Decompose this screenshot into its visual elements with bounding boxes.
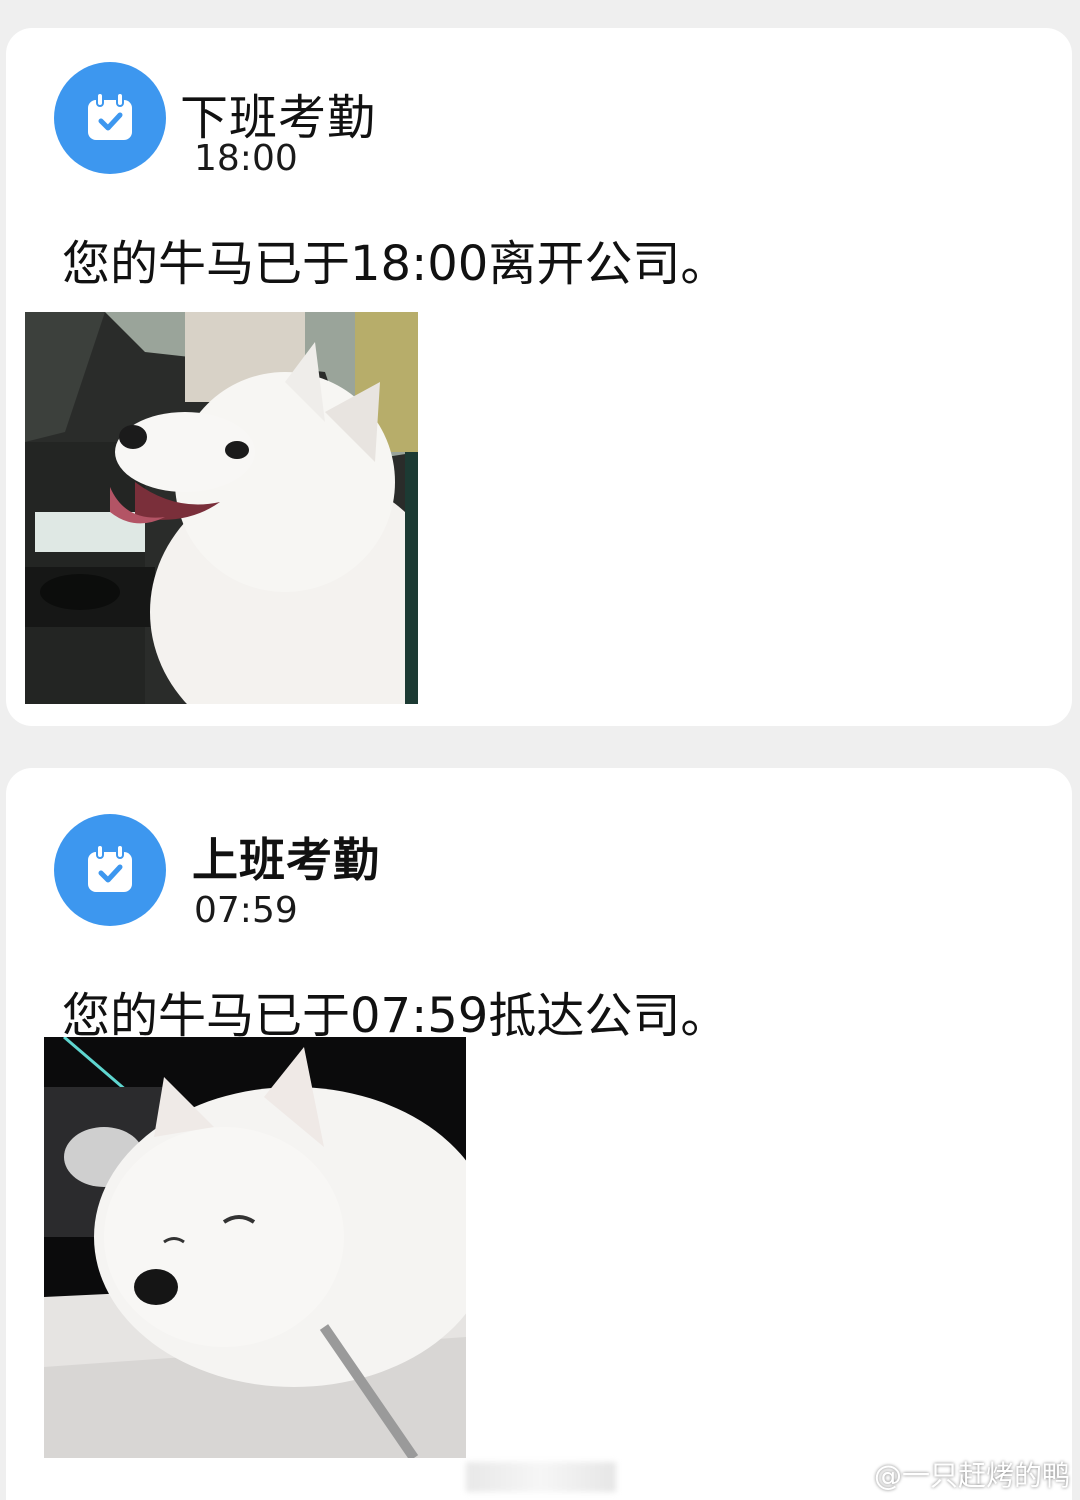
- dog-sleeping-in-car-photo[interactable]: [44, 1037, 466, 1458]
- dog-smiling-in-car-photo[interactable]: [25, 312, 418, 704]
- notification-time: 07:59: [194, 890, 298, 931]
- watermark-text: @一只赶烤的鸭: [873, 1459, 1070, 1492]
- calendar-check-icon: [54, 62, 166, 174]
- notification-card-checkin[interactable]: 上班考勤 07:59 您的牛马已于07:59抵达公司。: [6, 768, 1072, 1500]
- weibo-logo-icon: [830, 1461, 868, 1490]
- notification-message: 您的牛马已于18:00离开公司。: [62, 236, 729, 292]
- calendar-check-icon: [54, 814, 166, 926]
- notification-title: 上班考勤: [192, 833, 380, 887]
- blurred-region: [466, 1462, 616, 1492]
- watermark: @一只赶烤的鸭: [830, 1454, 1070, 1494]
- notification-message: 您的牛马已于07:59抵达公司。: [62, 988, 729, 1044]
- notification-time: 18:00: [194, 138, 298, 179]
- notification-card-checkout[interactable]: 下班考勤 18:00 您的牛马已于18:00离开公司。: [6, 28, 1072, 726]
